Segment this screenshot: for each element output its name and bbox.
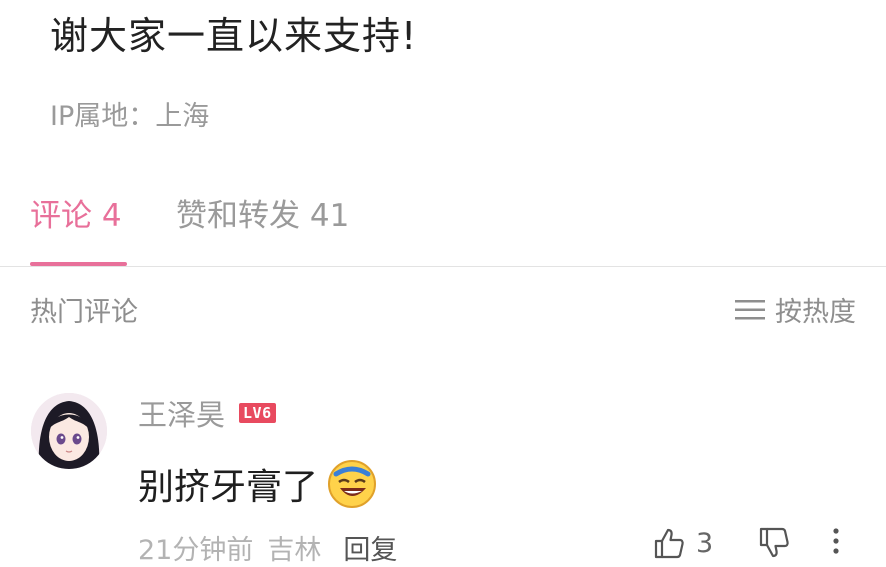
comment-author-row: 王泽昊 LV6: [138, 392, 276, 434]
tab-likes-reposts[interactable]: 赞和转发 41: [176, 196, 349, 236]
anime-avatar-icon: [31, 393, 107, 469]
sort-button[interactable]: 按热度: [735, 290, 856, 329]
comment-actions: 3: [652, 526, 841, 560]
more-options-icon[interactable]: [831, 526, 841, 560]
ip-location: IP属地：上海: [50, 101, 210, 132]
menu-lines-icon: [735, 299, 765, 319]
comment-text: 别挤牙膏了: [138, 467, 319, 508]
crying-laughing-emoji-icon: [328, 460, 377, 508]
comment-time: 21分钟前: [138, 535, 254, 566]
thumbs-up-icon[interactable]: [652, 526, 686, 560]
tab-bar: 评论 4 赞和转发 41: [0, 180, 886, 267]
username[interactable]: 王泽昊: [138, 392, 225, 434]
avatar[interactable]: [31, 393, 107, 469]
reply-button[interactable]: 回复: [343, 528, 397, 567]
thumbs-down-icon[interactable]: [757, 526, 791, 560]
hot-comments-heading: 热门评论: [30, 297, 138, 328]
tab-comments[interactable]: 评论 4: [30, 196, 122, 236]
post-text: 谢大家一直以来支持!: [50, 14, 418, 58]
level-badge: LV6: [239, 403, 276, 423]
comment-meta: 21分钟前 吉林 回复: [138, 528, 397, 567]
comment-location: 吉林: [267, 535, 322, 566]
active-tab-indicator: [30, 262, 127, 266]
comment-body: 别挤牙膏了: [138, 458, 378, 510]
sort-label: 按热度: [775, 297, 856, 328]
